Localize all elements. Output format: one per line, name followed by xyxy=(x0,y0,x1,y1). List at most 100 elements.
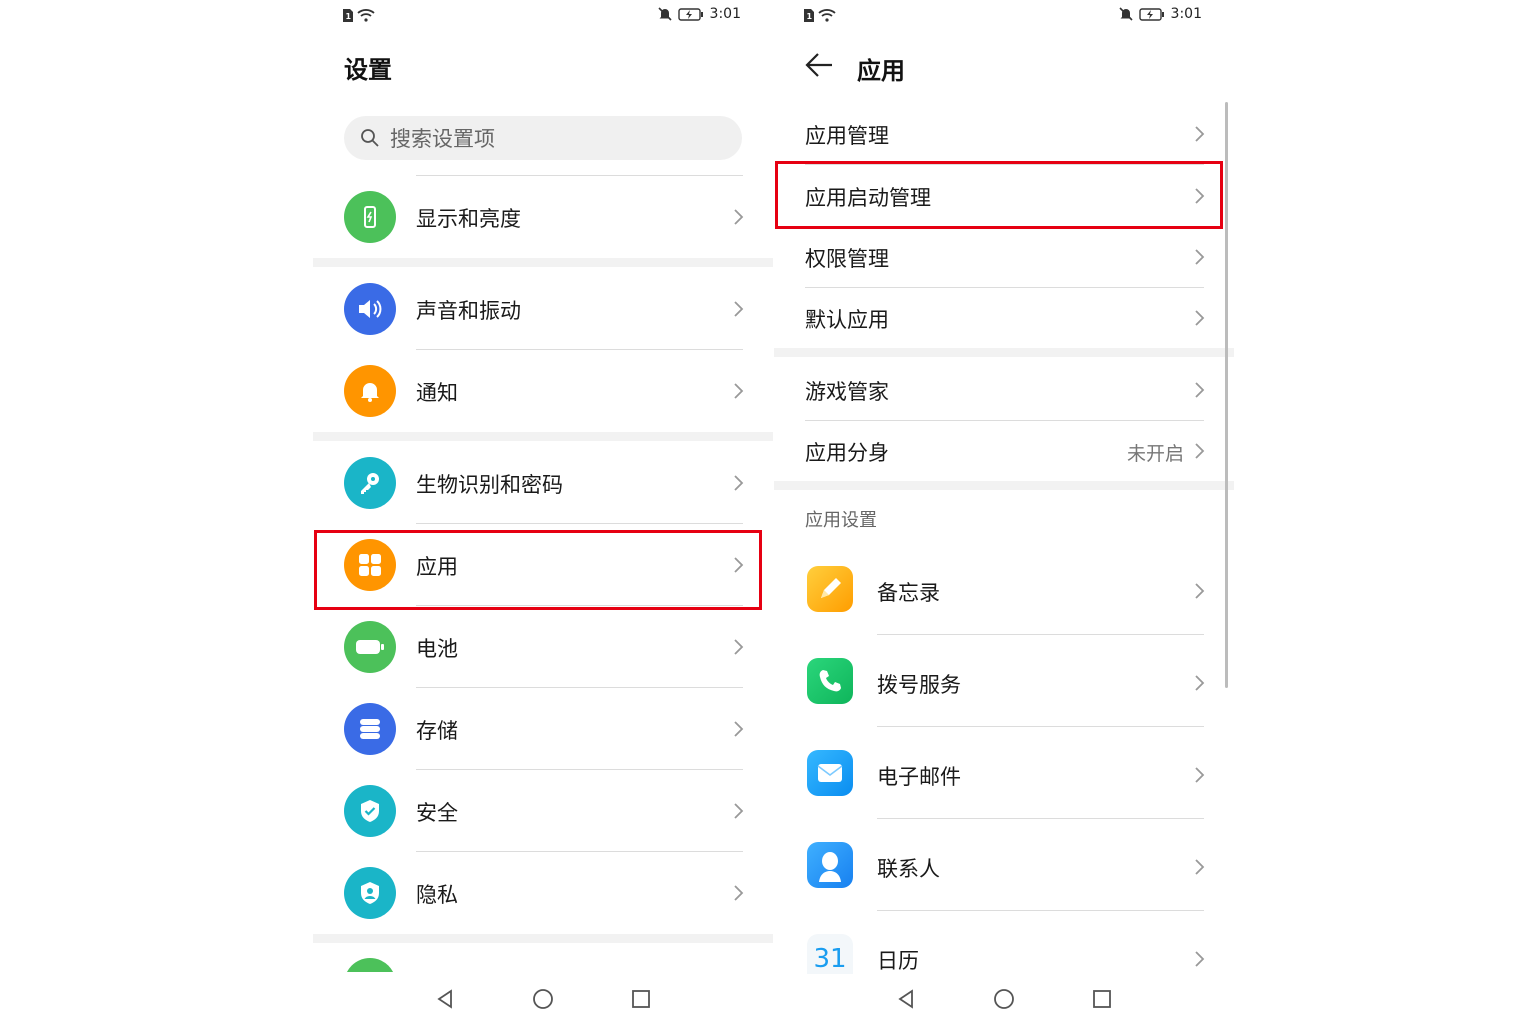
square-recents-icon xyxy=(632,990,650,1008)
triangle-back-icon xyxy=(437,989,452,1009)
battery-icon xyxy=(344,621,396,673)
status-time: 3:01 xyxy=(709,6,741,22)
settings-item-label: 通知 xyxy=(416,381,458,405)
battery-charging-icon xyxy=(677,7,703,21)
app-item-calendar[interactable]: 31 日历 xyxy=(774,930,1234,974)
wifi-icon xyxy=(357,9,375,22)
list-item-label: 应用分身 xyxy=(805,441,889,465)
mute-bell-icon xyxy=(657,7,672,21)
list-item-default-apps[interactable]: 默认应用 xyxy=(774,294,1234,342)
display-brightness-icon xyxy=(344,191,396,243)
settings-item-notifications[interactable]: 通知 xyxy=(313,364,773,418)
mail-icon xyxy=(807,750,853,796)
bell-icon xyxy=(344,365,396,417)
chevron-right-icon xyxy=(734,639,744,655)
circle-home-icon xyxy=(994,989,1014,1009)
group-separator xyxy=(774,348,1234,357)
svg-text:1: 1 xyxy=(346,12,352,21)
list-item-permission-management[interactable]: 权限管理 xyxy=(774,233,1234,281)
settings-item-sound[interactable]: 声音和振动 xyxy=(313,282,773,336)
app-item-contacts[interactable]: 联系人 xyxy=(774,838,1234,892)
speaker-icon xyxy=(344,283,396,335)
circle-home-icon xyxy=(533,989,553,1009)
settings-item-label: 隐私 xyxy=(416,883,458,907)
settings-item-security[interactable]: 安全 xyxy=(313,784,773,838)
list-item-label: 权限管理 xyxy=(805,247,889,271)
chevron-right-icon xyxy=(734,383,744,399)
settings-item-label: 声音和振动 xyxy=(416,299,521,323)
list-item-label: 应用启动管理 xyxy=(805,186,931,210)
search-icon xyxy=(361,129,379,147)
divider xyxy=(877,910,1204,911)
list-item-app-management[interactable]: 应用管理 xyxy=(774,110,1234,158)
back-button[interactable] xyxy=(428,982,462,1016)
list-item-app-twin[interactable]: 应用分身 未开启 xyxy=(774,427,1234,475)
divider xyxy=(805,226,1204,227)
chevron-right-icon xyxy=(1195,951,1205,967)
chevron-right-icon xyxy=(1195,767,1205,783)
chevron-right-icon xyxy=(734,301,744,317)
chevron-right-icon xyxy=(1195,249,1205,265)
list-item-game-assistant[interactable]: 游戏管家 xyxy=(774,366,1234,414)
app-item-dialer[interactable]: 拨号服务 xyxy=(774,654,1234,708)
settings-item-privacy[interactable]: 隐私 xyxy=(313,866,773,920)
back-arrow-icon[interactable] xyxy=(804,50,834,80)
contacts-icon xyxy=(807,842,853,888)
search-input[interactable] xyxy=(388,124,722,154)
divider xyxy=(805,420,1204,421)
recents-button[interactable] xyxy=(624,982,658,1016)
svg-text:1: 1 xyxy=(807,12,813,21)
home-button[interactable] xyxy=(526,982,560,1016)
calendar-icon-date: 31 xyxy=(813,944,847,974)
divider xyxy=(877,726,1204,727)
chevron-right-icon xyxy=(734,475,744,491)
divider xyxy=(416,851,743,852)
settings-item-biometrics[interactable]: 生物识别和密码 xyxy=(313,456,773,510)
shield-check-icon xyxy=(344,785,396,837)
status-time: 3:01 xyxy=(1170,6,1202,22)
list-item-label: 应用管理 xyxy=(805,124,889,148)
settings-item-storage[interactable]: 存储 xyxy=(313,702,773,756)
home-button[interactable] xyxy=(987,982,1021,1016)
square-recents-icon xyxy=(1093,990,1111,1008)
chevron-right-icon xyxy=(734,557,744,573)
app-item-notepad[interactable]: 备忘录 xyxy=(774,562,1234,616)
mute-bell-icon xyxy=(1118,7,1133,21)
chevron-right-icon xyxy=(1195,443,1205,459)
next-item-icon xyxy=(344,958,396,972)
divider xyxy=(416,175,743,176)
phone-icon xyxy=(807,658,853,704)
status-value: 未开启 xyxy=(1126,443,1184,465)
apps-grid-icon xyxy=(344,539,396,591)
recents-button[interactable] xyxy=(1085,982,1119,1016)
chevron-right-icon xyxy=(1195,583,1205,599)
settings-item-display[interactable]: 显示和亮度 xyxy=(313,190,773,244)
divider xyxy=(416,687,743,688)
settings-item-label: 应用 xyxy=(416,555,458,579)
chevron-right-icon xyxy=(1195,859,1205,875)
scrollbar[interactable] xyxy=(1225,102,1228,688)
notepad-icon xyxy=(807,566,853,612)
divider xyxy=(877,634,1204,635)
app-label: 拨号服务 xyxy=(877,673,961,697)
chevron-right-icon xyxy=(1195,382,1205,398)
battery-charging-icon xyxy=(1138,7,1164,21)
chevron-right-icon xyxy=(734,721,744,737)
chevron-right-icon xyxy=(1195,188,1205,204)
search-bar[interactable] xyxy=(344,116,742,160)
chevron-right-icon xyxy=(734,209,744,225)
settings-item-label: 电池 xyxy=(416,637,458,661)
settings-item-battery[interactable]: 电池 xyxy=(313,620,773,674)
app-item-email[interactable]: 电子邮件 xyxy=(774,746,1234,800)
divider xyxy=(805,287,1204,288)
list-item-app-launch-management[interactable]: 应用启动管理 xyxy=(774,172,1234,220)
group-separator xyxy=(313,432,773,441)
settings-item-apps[interactable]: 应用 xyxy=(313,538,773,592)
page-title: 设置 xyxy=(344,56,392,84)
section-title: 应用设置 xyxy=(805,510,877,531)
privacy-shield-icon xyxy=(344,867,396,919)
divider xyxy=(416,523,743,524)
back-button[interactable] xyxy=(889,982,923,1016)
app-label: 联系人 xyxy=(877,857,940,881)
calendar-icon: 31 xyxy=(807,934,853,974)
